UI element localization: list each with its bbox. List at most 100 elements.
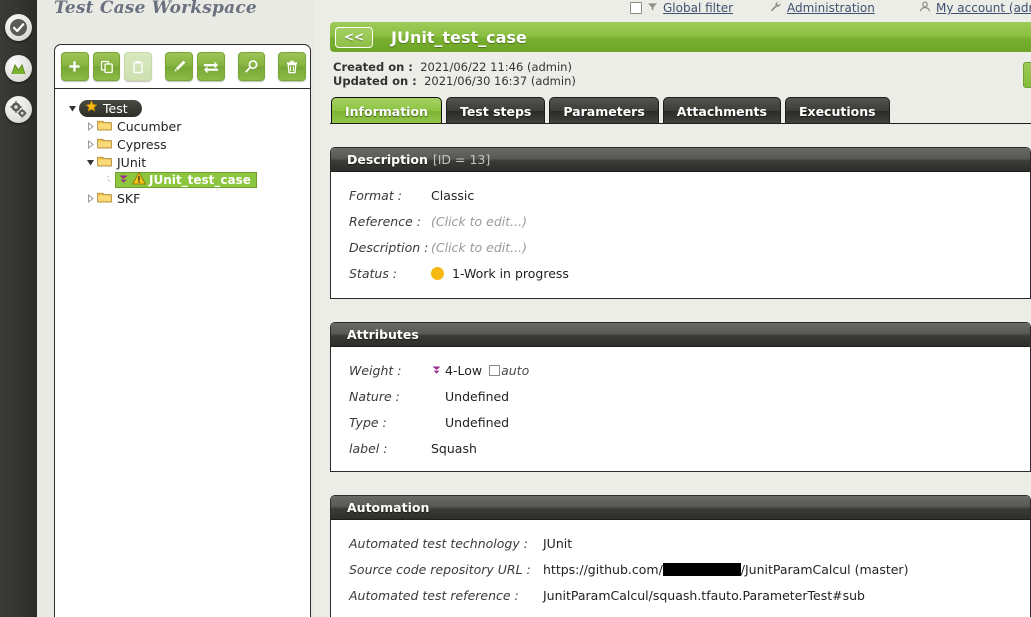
automated-test-technology-value[interactable]: JUnit [543,536,572,551]
weight-auto-checkbox[interactable] [489,364,501,376]
icon-rail [0,0,37,617]
tree-item-cucumber[interactable]: Cucumber [61,117,310,135]
source-code-repository-url-value[interactable]: https://github.com/ /JunitParamCalcul (m… [543,562,908,577]
source-code-repository-url-label: Source code repository URL : [349,561,531,577]
expanded-twisty-icon[interactable] [83,155,97,169]
tree-item-label: JUnit_test_case [149,173,251,187]
entity-header-bar: << JUnit_test_case [330,22,1031,52]
tree-item-label: Test [103,100,128,116]
tree-item-cypress[interactable]: Cypress [61,135,310,153]
expanded-twisty-icon[interactable] [65,101,79,115]
type-label: Type : [349,414,387,430]
automation-panel-title: Automation [347,500,430,515]
automation-panel-body: Automated test technology : JUnit Source… [331,520,1030,617]
created-on-row: Created on : 2021/06/22 11:46 (admin) [333,60,576,74]
copy-button[interactable] [92,52,121,81]
tab-bar: Information Test steps Parameters Attach… [331,96,894,124]
folder-icon [97,155,112,170]
description-value[interactable]: (Click to edit...) [431,240,527,255]
administration-link[interactable]: Administration [787,1,875,15]
magnifier-icon [244,59,259,74]
nature-label: Nature : [349,388,400,404]
tree-item-junit[interactable]: JUnit [61,153,310,171]
nature-value[interactable]: Undefined [431,389,509,404]
tab-test-steps[interactable]: Test steps [445,97,546,124]
check-circle-icon [9,18,28,37]
edge-action-button[interactable] [1023,62,1031,88]
tab-executions[interactable]: Executions [784,97,890,124]
description-row: Description : (Click to edit...) [331,234,1030,260]
attributes-panel-body: Weight : 4-Low auto Nature : Undefined T… [331,347,1030,471]
rail-item-test-cases[interactable] [5,14,32,41]
weight-value: 4-Low [445,362,483,378]
url-suffix: /JunitParamCalcul (master) [740,561,909,577]
weight-value-group[interactable]: 4-Low auto [431,363,529,378]
my-account-link[interactable]: My account (admi [936,1,1031,15]
weight-row: Weight : 4-Low auto [331,357,1030,383]
paste-icon [131,60,145,74]
tree-item-junit-test-case[interactable]: JUnit_test_case [61,171,310,189]
description-panel-body: Format : Classic Reference : (Click to e… [331,172,1030,296]
label-value[interactable]: Squash [431,441,477,456]
label-label: label : [349,440,388,456]
collapsed-twisty-icon[interactable] [83,191,97,205]
global-filter-link[interactable]: Global filter [663,1,733,15]
rename-button[interactable] [165,52,193,81]
rail-item-settings[interactable] [5,96,32,123]
move-button[interactable] [196,52,225,81]
status-badge[interactable]: 1-Work in progress [431,266,569,281]
administration-group[interactable]: Administration [770,1,875,15]
attributes-panel-title: Attributes [347,327,419,342]
search-button[interactable] [237,52,266,81]
type-value[interactable]: Undefined [431,415,509,430]
add-button[interactable] [61,52,89,81]
automated-test-reference-value[interactable]: JunitParamCalcul/squash.tfauto.Parameter… [543,588,865,603]
global-filter-checkbox[interactable] [630,2,642,14]
application-root: Test Case Workspace Test Cucumber Cypres… [0,0,1031,617]
rail-item-campaigns[interactable] [5,55,32,82]
tree-item-label: SKF [117,190,141,206]
collapsed-twisty-icon[interactable] [83,119,97,133]
warning-icon [131,171,147,188]
tree-node-selected[interactable]: JUnit_test_case [115,171,257,188]
back-button[interactable]: << [335,26,373,48]
page-title: Test Case Workspace [54,0,257,18]
delete-button[interactable] [278,52,307,81]
type-row: Type : Undefined [331,409,1030,435]
automated-test-reference-label: Automated test reference : [349,587,519,603]
star-icon [85,100,98,116]
tree-node-root[interactable]: Test [79,99,142,117]
tree-item-test[interactable]: Test [61,99,310,117]
format-value[interactable]: Classic [431,188,474,203]
tab-parameters[interactable]: Parameters [549,97,659,124]
status-value: 1-Work in progress [452,265,569,281]
created-on-label: Created on : [333,60,413,74]
tab-information[interactable]: Information [331,97,442,124]
created-on-value: 2021/06/22 11:46 (admin) [420,60,572,74]
automation-panel-header: Automation [331,496,1030,520]
funnel-icon[interactable] [647,1,658,15]
paste-button[interactable] [124,52,153,81]
reference-value[interactable]: (Click to edit...) [431,214,527,229]
collapsed-twisty-icon[interactable] [83,137,97,151]
entity-title: JUnit_test_case [391,27,527,47]
top-bar: Global filter Administration My account … [314,0,1031,19]
description-panel-title: Description [347,152,428,167]
reference-label: Reference : [349,213,421,229]
description-panel-id: [ID = 13] [432,152,491,167]
my-account-group[interactable]: My account (admi [919,1,1031,15]
leaf-connector-icon [101,173,115,187]
tree-item-skf[interactable]: SKF [61,189,310,207]
updated-on-value: 2021/06/30 16:37 (admin) [424,74,576,88]
tab-attachments[interactable]: Attachments [662,97,781,124]
status-row: Status : 1-Work in progress [331,260,1030,286]
format-label: Format : [349,187,402,203]
redacted-block [662,562,741,576]
move-arrows-icon [203,60,219,74]
automation-panel: Automation Automated test technology : J… [330,495,1031,617]
folder-icon [97,119,112,134]
entity-metadata: Created on : 2021/06/22 11:46 (admin) Up… [333,60,576,88]
updated-on-label: Updated on : [333,74,417,88]
nature-row: Nature : Undefined [331,383,1030,409]
global-filter-group[interactable]: Global filter [630,1,733,15]
